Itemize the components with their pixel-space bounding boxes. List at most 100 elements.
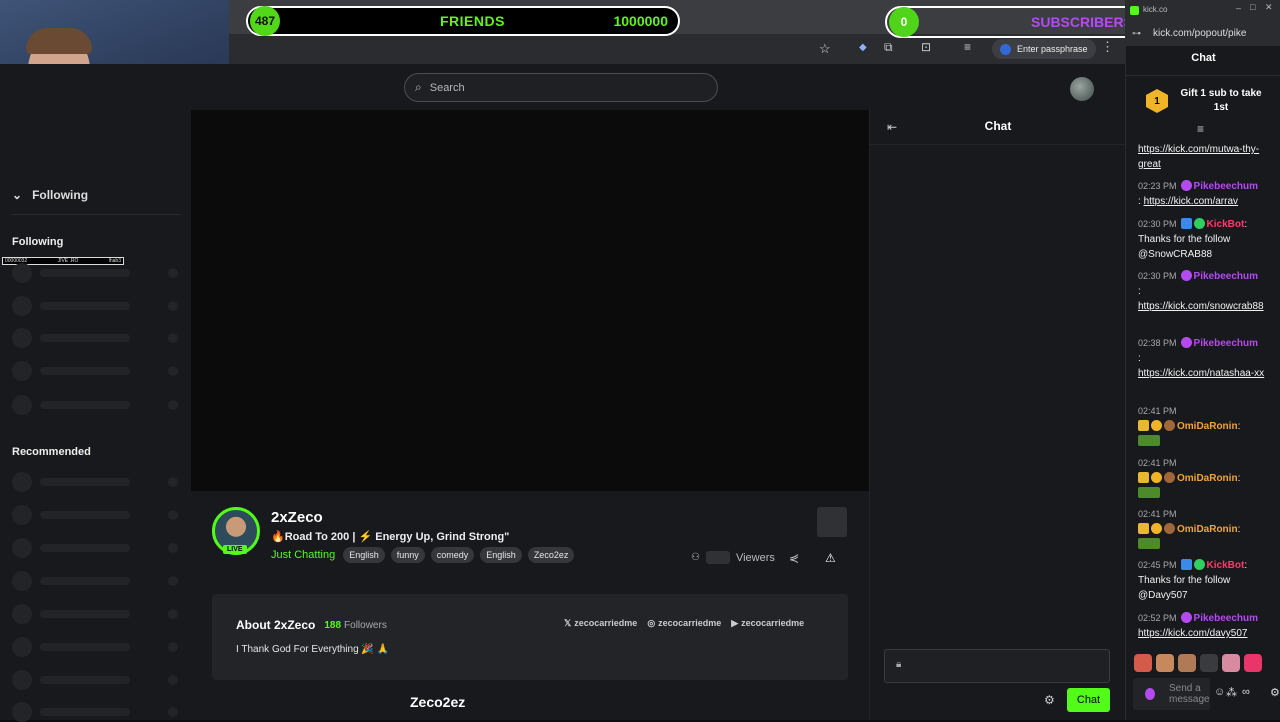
live-badge: LIVE <box>223 545 247 554</box>
chat-submit-button[interactable]: Chat <box>1067 688 1110 712</box>
stream-tag[interactable]: comedy <box>430 547 475 563</box>
crown-badge-icon <box>1138 472 1149 483</box>
stream-tag[interactable]: English <box>480 547 522 563</box>
emote-icon[interactable] <box>1156 654 1174 672</box>
popout-browser-bar: kick.co – □ ✕ ⊶ kick.com/popout/pike <box>1126 0 1280 46</box>
recommended-skeleton-row <box>12 637 182 657</box>
stream-action-button[interactable] <box>817 507 847 537</box>
stream-meta-row: Just Chatting English funny comedy Engli… <box>271 547 580 563</box>
window-close-icon[interactable]: ✕ <box>1265 2 1273 13</box>
following-collapse-toggle[interactable]: ⌄ Following <box>12 188 88 202</box>
extension-diamond-icon[interactable]: ◆ <box>859 42 867 53</box>
mic-badge-icon <box>1180 270 1192 281</box>
following-collapse-label: Following <box>32 188 89 202</box>
social-handle: zecocarriedme <box>741 618 805 628</box>
tab-search-icon[interactable]: ⊡ <box>921 40 931 54</box>
infinity-icon[interactable]: ∞ <box>1242 686 1250 698</box>
emote-icon[interactable] <box>1222 654 1240 672</box>
video-player[interactable] <box>191 110 869 491</box>
passphrase-extension[interactable]: Enter passphrase <box>992 39 1096 59</box>
emote-icon[interactable] <box>1244 654 1262 672</box>
webcam-person-hair <box>26 28 92 54</box>
gift-sub-badge-icon: 1 <box>1146 89 1168 113</box>
sub-badge-icon <box>1151 472 1162 483</box>
emote-icon[interactable] <box>1178 654 1196 672</box>
emote-picker-icon[interactable]: ☺ <box>1214 686 1225 698</box>
report-warning-icon[interactable]: ⚠ <box>825 551 836 565</box>
chat-message: 02:23 PM Pikebeechum: https://kick.com/ar… <box>1138 180 1259 207</box>
left-sidebar: ⌄ Following Following 00000032 JIVE .RO l… <box>0 64 191 722</box>
popout-send-input[interactable]: Send a message <box>1133 678 1210 710</box>
recommended-skeleton-row <box>12 472 182 492</box>
stream-tag[interactable]: English <box>343 547 385 563</box>
window-maximize-icon[interactable]: □ <box>1250 2 1255 12</box>
followers-count: 188 <box>324 619 342 631</box>
mic-badge-icon <box>1145 688 1155 700</box>
chat-username[interactable]: OmiDaRonin <box>1177 473 1238 484</box>
viewers-label: Viewers <box>735 551 775 564</box>
chat-username[interactable]: Pikebeechum <box>1194 271 1258 282</box>
channel-name[interactable]: 2xZeco <box>271 509 323 526</box>
following-heading: Following <box>12 236 64 248</box>
extensions-puzzle-icon[interactable]: ⧉ <box>884 40 893 55</box>
chat-message-link[interactable]: https://kick.com/natashaa-xx <box>1138 368 1264 379</box>
user-avatar[interactable] <box>1070 77 1094 101</box>
chat-message-input[interactable]: 🔒︎ <box>884 649 1110 683</box>
chat-username[interactable]: Pikebeechum <box>1194 181 1258 192</box>
viewers-count: ⚇ Viewers <box>691 551 775 564</box>
chat-settings-gear-icon[interactable]: ⚙ <box>1044 693 1055 707</box>
friends-goal-label: FRIENDS <box>440 13 505 29</box>
gift-expand-icon[interactable]: ≡ <box>1197 122 1204 136</box>
gift-sub-prompt[interactable]: Gift 1 sub to take 1st <box>1176 87 1266 115</box>
mic-badge-icon <box>1180 612 1192 623</box>
bookmark-star-icon[interactable]: ☆ <box>819 41 831 57</box>
chat-message-link[interactable]: https://kick.com/arrav <box>1144 196 1238 207</box>
emote-icon[interactable] <box>1200 654 1218 672</box>
chat-message: 02:41 PM OmiDaRonin: <box>1138 507 1270 552</box>
search-input[interactable]: ⌕ Search <box>404 73 718 102</box>
kick-favicon-icon <box>1130 6 1139 15</box>
chat-username[interactable]: KickBot <box>1207 219 1245 230</box>
browser-menu-icon[interactable]: ⋮ <box>1101 39 1114 55</box>
share-icon[interactable]: ⋞ <box>789 551 799 565</box>
popout-settings-gear-icon[interactable]: ⚙ <box>1270 686 1280 699</box>
chat-username[interactable]: OmiDaRonin <box>1177 421 1238 432</box>
moderator-badge-icon <box>1180 218 1192 229</box>
social-link-instagram[interactable]: ◎ zecocarriedme <box>647 618 721 629</box>
chat-message: 02:30 PM KickBot: Thanks for the follow @S… <box>1138 218 1248 260</box>
about-heading: About 2xZeco <box>236 618 316 632</box>
stream-tag[interactable]: Zeco2ez <box>527 547 575 563</box>
social-link-youtube[interactable]: ▶ zecocarriedme <box>731 618 804 629</box>
reading-list-icon[interactable]: ≡ <box>964 40 971 54</box>
window-minimize-icon[interactable]: – <box>1236 3 1241 13</box>
site-info-icon[interactable]: ⊶ <box>1132 28 1141 39</box>
ronin-emote-icon <box>1138 435 1160 446</box>
chat-username[interactable]: KickBot <box>1207 560 1245 571</box>
chat-username[interactable]: Pikebeechum <box>1194 613 1258 624</box>
chat-message-link[interactable]: https://kick.com/mutwa-thy-great <box>1138 144 1259 170</box>
chat-header-divider <box>870 144 1126 145</box>
about-panel: About 2xZeco 188 Followers I Thank God F… <box>212 594 848 680</box>
social-link-x[interactable]: 𝕏zecocarriedme <box>564 618 637 629</box>
chat-username[interactable]: OmiDaRonin <box>1177 524 1238 535</box>
popout-url[interactable]: kick.com/popout/pike <box>1153 28 1278 39</box>
chat-panel: ⇤ Chat 🔒︎ ⚙ Chat <box>869 110 1126 720</box>
recommended-skeleton-row <box>12 670 182 690</box>
send-message-placeholder: Send a message <box>1169 683 1210 705</box>
popout-tab-title[interactable]: kick.co <box>1143 5 1167 14</box>
lock-icon: 🔒︎ <box>896 659 902 670</box>
chat-message-link[interactable]: https://kick.com/davy507 <box>1138 628 1248 639</box>
ronin-emote-icon <box>1138 487 1160 498</box>
following-skeleton-row <box>12 361 182 381</box>
emote-bar <box>1134 654 1262 672</box>
emote-icon[interactable] <box>1134 654 1152 672</box>
stream-tag[interactable]: funny <box>390 547 425 563</box>
verified-badge-icon <box>1193 218 1205 229</box>
recommended-skeleton-row <box>12 538 182 558</box>
recommended-heading: Recommended <box>12 446 91 458</box>
emote-badge-icon <box>1164 523 1175 534</box>
kick-coins-icon[interactable]: ⁂ <box>1226 686 1237 699</box>
chat-message-link[interactable]: https://kick.com/snowcrab88 <box>1138 301 1264 312</box>
stream-category-link[interactable]: Just Chatting <box>271 549 335 561</box>
chat-username[interactable]: Pikebeechum <box>1194 338 1258 349</box>
